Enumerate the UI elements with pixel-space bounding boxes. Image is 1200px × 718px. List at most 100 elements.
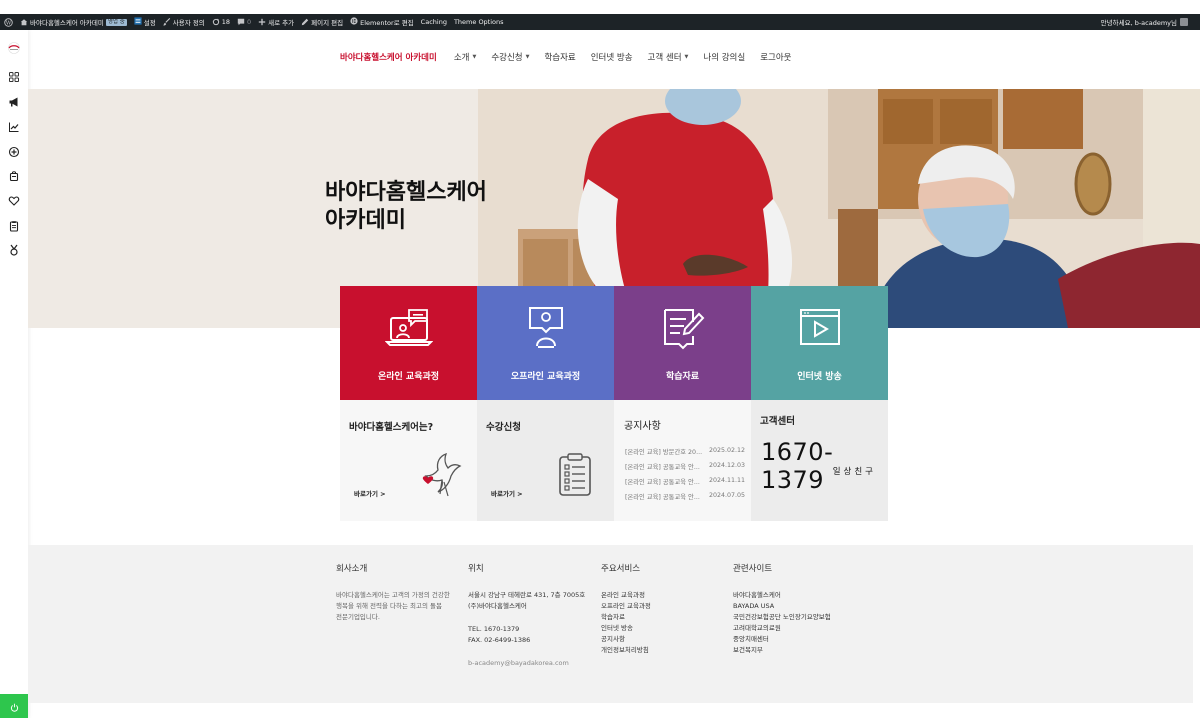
footer-company-line: 바야다홈헬스케어는 고객의 가정의 건강한 (336, 591, 450, 599)
footer-services-heading: 주요서비스 (601, 564, 641, 574)
about-box: 바야다홈헬스케어는? 바로가기 > (340, 400, 477, 521)
apply-link[interactable]: 바로가기 > (491, 488, 523, 498)
support-phone-sub: 일상친구 (832, 467, 876, 477)
heart-icon[interactable] (8, 195, 20, 207)
notice-date: 2024.12.03 (708, 462, 745, 469)
admin-site-link[interactable]: 바야다홈헬스케어 아카데미 영업 중 (20, 17, 127, 27)
admin-theme-options-link[interactable]: Theme Options (454, 18, 504, 26)
pencil-icon (301, 18, 309, 26)
footer-services: 주요서비스 온라인 교육과정 오프라인 교육과정 학습자료 인터넷 방송 공지사… (601, 564, 711, 656)
hero-title: 바야다홈헬스케어 아카데미 (325, 179, 487, 235)
nav-item-label: 수강신청 (491, 53, 523, 63)
nav-item-enroll[interactable]: 수강신청 ▼ (491, 51, 529, 63)
settings-square-icon (134, 17, 142, 27)
nav-brand-link[interactable]: 바야다홈헬스케어 아카데미 (340, 51, 437, 63)
footer-related-link[interactable]: 보건복지부 (733, 645, 873, 656)
list-item[interactable]: [온라인 교육] 방문간호 20... 2025.02.12 (625, 447, 745, 456)
tile-learning-materials[interactable]: 학습자료 (614, 286, 751, 400)
nav-item-my-classroom[interactable]: 나의 강의실 (703, 51, 745, 63)
nav-item-label: 인터넷 방송 (590, 53, 633, 63)
admin-updates-link[interactable]: 18 (212, 18, 230, 26)
footer-service-link[interactable]: 인터넷 방송 (601, 623, 711, 634)
comment-icon (237, 18, 245, 26)
tile-internet-broadcast[interactable]: 인터넷 방송 (751, 286, 888, 400)
refresh-icon (212, 18, 220, 26)
admin-new-link[interactable]: 새로 추가 (258, 17, 294, 27)
nav-item-about[interactable]: 소개 ▼ (454, 51, 477, 63)
nav-item-broadcast[interactable]: 인터넷 방송 (591, 51, 633, 63)
notice-date: 2024.07.05 (708, 492, 745, 499)
admin-caching-link[interactable]: Caching (421, 18, 447, 26)
apply-box: 수강신청 바로가기 > (477, 400, 614, 521)
grid-icon[interactable] (8, 71, 20, 83)
main-nav: 바야다홈헬스케어 아카데미 소개 ▼ 수강신청 ▼ 학습자료 인터넷 방송 고객 센… (340, 50, 806, 64)
support-box: 고객센터 1670-1379 일상친구 (751, 400, 888, 521)
admin-edit-page-link[interactable]: 페이지 편집 (301, 17, 343, 27)
admin-elementor-link[interactable]: Elementor로 편집 (350, 17, 414, 27)
admin-site-name: 바야다홈헬스케어 아카데미 (30, 19, 104, 27)
laptop-chat-icon (384, 306, 433, 350)
admin-caching-label: Caching (420, 18, 447, 26)
admin-settings-link[interactable]: 설정 (134, 17, 156, 27)
footer-location-heading: 위치 (468, 564, 484, 574)
nav-item-label: 고객 센터 (647, 53, 682, 63)
admin-customize-link[interactable]: 사용자 정의 (163, 17, 205, 27)
hero-title-line1: 바야다홈헬스케어 (325, 180, 487, 205)
page: W 바야다홈헬스케어 아카데미 영업 중 설정 사용자 정의 18 0 새로 추 (0, 0, 1200, 718)
footer-related-link[interactable]: BAYADA USA (733, 601, 873, 612)
footer-related-link[interactable]: 고려대학교의료원 (733, 623, 873, 634)
dove-heart-icon (422, 452, 462, 497)
nav-item-support[interactable]: 고객 센터 ▼ (648, 51, 689, 63)
tile-label: 오프라인 교육과정 (510, 372, 581, 382)
footer-service-link[interactable]: 공지사항 (601, 634, 711, 645)
footer-service-link[interactable]: 개인정보처리방침 (601, 645, 711, 656)
footer-service-link[interactable]: 오프라인 교육과정 (601, 601, 711, 612)
footer-company-line: 전문기업입니다. (336, 613, 380, 621)
list-item[interactable]: [온라인 교육] 공통교육 안... 2024.07.05 (625, 492, 745, 501)
notice-box: 공지사항 [온라인 교육] 방문간호 20... 2025.02.12 [온라인 … (614, 400, 751, 521)
nav-item-label: 로그아웃 (760, 53, 792, 63)
bag-icon[interactable] (8, 170, 20, 182)
chart-icon[interactable] (8, 121, 20, 133)
footer-tel: TEL. 1670-1379 (468, 625, 520, 633)
admin-account-menu[interactable]: 안녕하세요, b-academy님 (1101, 14, 1188, 30)
plus-icon (258, 18, 266, 26)
wordpress-logo-icon[interactable]: W (4, 17, 13, 27)
footer-service-link[interactable]: 온라인 교육과정 (601, 590, 711, 601)
nav-item-label: 나의 강의실 (703, 53, 746, 63)
footer-service-link[interactable]: 학습자료 (601, 612, 711, 623)
nav-item-label: 소개 (453, 53, 470, 63)
nav-item-materials[interactable]: 학습자료 (544, 51, 575, 63)
about-link[interactable]: 바로가기 > (354, 488, 386, 498)
chevron-down-icon: ▼ (472, 54, 477, 60)
footer-related-link[interactable]: 중앙치매센터 (733, 634, 873, 645)
admin-comments-link[interactable]: 0 (237, 18, 251, 26)
footer-related-link[interactable]: 국민건강보험공단 노인장기요양보험 (733, 612, 873, 623)
add-circle-icon[interactable] (8, 146, 20, 158)
hero-title-line2: 아카데미 (325, 208, 406, 233)
admin-new-label: 새로 추가 (268, 19, 295, 27)
list-item[interactable]: [온라인 교육] 공통교육 안... 2024.12.03 (625, 462, 745, 471)
megaphone-icon[interactable] (8, 96, 20, 108)
about-title: 바야다홈헬스케어는? (349, 422, 434, 433)
nav-item-logout[interactable]: 로그아웃 (760, 51, 791, 63)
brush-icon (163, 18, 171, 26)
notice-text: [온라인 교육] 공통교육 안... (625, 479, 700, 486)
chevron-down-icon: ▼ (525, 54, 530, 60)
video-player-icon (796, 306, 844, 350)
footer-related-link[interactable]: 바야다홈헬스케어 (733, 590, 873, 601)
tile-online-course[interactable]: 온라인 교육과정 (340, 286, 477, 400)
admin-bar: W 바야다홈헬스케어 아카데미 영업 중 설정 사용자 정의 18 0 새로 추 (0, 14, 1200, 30)
power-button[interactable] (0, 694, 28, 718)
notice-text: [온라인 교육] 공통교육 안... (625, 494, 700, 501)
medal-icon[interactable] (8, 244, 20, 256)
footer-email[interactable]: b-academy@bayadakorea.com (468, 658, 593, 669)
edit-document-icon (659, 306, 707, 350)
footer-location: 위치 서울시 강남구 테헤란로 431, 7층 7005호 (주)바야다홈헬스케… (468, 564, 593, 669)
tile-offline-course[interactable]: 오프라인 교육과정 (477, 286, 614, 400)
clipboard-icon[interactable] (8, 220, 20, 232)
admin-greeting: 안녕하세요, b-academy님 (1100, 19, 1177, 27)
notice-text: [온라인 교육] 공통교육 안... (625, 464, 700, 471)
list-item[interactable]: [온라인 교육] 공통교육 안... 2024.11.11 (625, 477, 745, 486)
avatar (1180, 18, 1188, 26)
